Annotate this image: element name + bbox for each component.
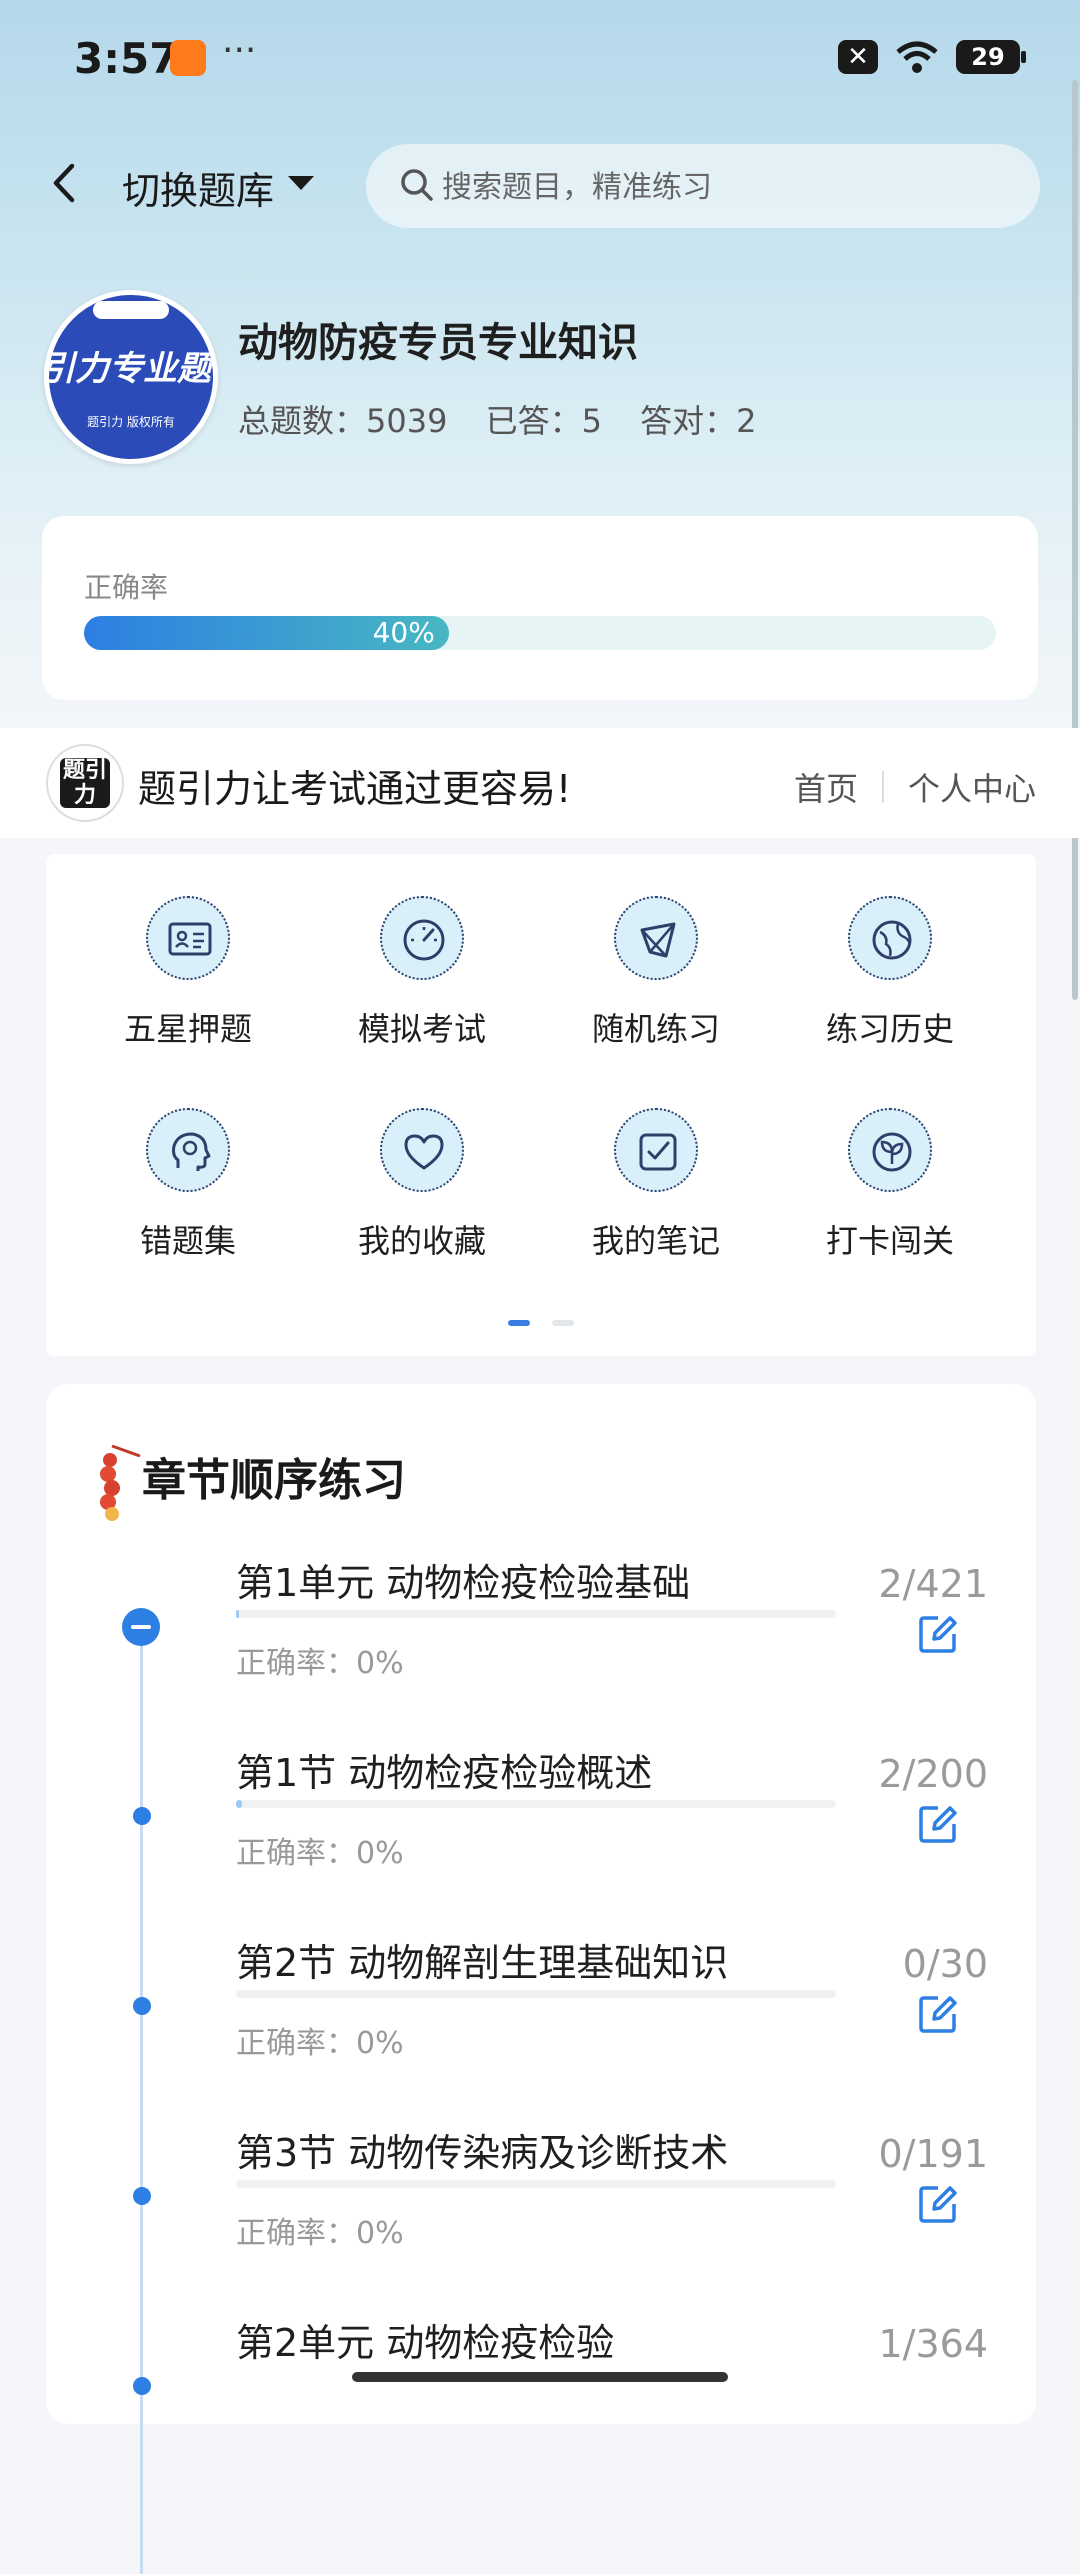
edit-icon[interactable] <box>916 1612 960 1656</box>
search-icon <box>401 169 433 201</box>
accuracy-progress-bar: 40% <box>84 616 996 650</box>
bank-title: 动物防疫专员专业知识 <box>238 320 638 366</box>
total-count: 总题数：5039 <box>238 402 448 440</box>
note-check-icon <box>614 1108 698 1192</box>
chapter-count: 1/364 <box>878 2322 988 2366</box>
chapter-progress-fill <box>236 1610 239 1618</box>
feature-label: 练习历史 <box>825 1010 954 1048</box>
chevron-down-icon[interactable] <box>288 176 314 190</box>
accuracy-percent: 40% <box>372 616 435 649</box>
feature-label: 模拟考试 <box>357 1010 486 1048</box>
chapter-practice-card: 章节顺序练习 第1单元 动物检疫检验基础 2/421 正确率：0% 第1节 动物检疫检… <box>46 1384 1036 2574</box>
feature-item[interactable]: 随机练习 <box>556 854 756 1048</box>
wifi-icon <box>896 41 938 73</box>
notification-app-icon <box>170 40 206 76</box>
page-dot[interactable] <box>552 1320 574 1326</box>
feature-item[interactable]: 五星押题 <box>88 854 288 1048</box>
globe-icon <box>848 896 932 980</box>
sprout-icon <box>848 1108 932 1192</box>
chapter-row[interactable]: 第1单元 动物检疫检验基础 2/421 正确率：0% <box>46 1552 1036 1742</box>
chapter-count: 2/421 <box>878 1562 988 1606</box>
switch-bank-button[interactable]: 切换题库 <box>122 160 274 215</box>
feature-item[interactable]: 我的收藏 <box>322 1066 522 1260</box>
feature-label: 随机练习 <box>591 1010 720 1048</box>
feature-label: 打卡闯关 <box>825 1222 954 1260</box>
correct-count: 答对：2 <box>640 402 757 440</box>
chapter-progress-bar <box>236 1990 836 1998</box>
chapter-count: 0/30 <box>902 1942 988 1986</box>
back-arrow-icon[interactable] <box>40 158 90 208</box>
accuracy-card: 正确率 40% <box>42 516 1038 700</box>
chapter-title: 第3节 动物传染病及诊断技术 <box>236 2131 729 2175</box>
chapter-accuracy: 正确率：0% <box>236 1646 404 1681</box>
chapter-title: 第2节 动物解剖生理基础知识 <box>236 1941 729 1985</box>
feature-label: 我的笔记 <box>591 1222 720 1260</box>
search-bar[interactable] <box>366 144 1040 228</box>
edit-icon[interactable] <box>916 2182 960 2226</box>
gauge-icon <box>380 896 464 980</box>
feature-item[interactable]: 我的笔记 <box>556 1066 756 1260</box>
feature-label: 错题集 <box>139 1222 236 1260</box>
timeline-node <box>133 1997 151 2015</box>
answered-count: 已答：5 <box>485 402 602 440</box>
nav-profile-link[interactable]: 个人中心 <box>908 764 1036 810</box>
more-notifications-icon: ··· <box>222 30 257 71</box>
bank-logo: 引力专业题 题引力 版权所有 <box>44 290 218 464</box>
accuracy-progress-fill: 40% <box>84 616 449 650</box>
chapter-accuracy: 正确率：0% <box>236 2026 404 2061</box>
chapter-section-title: 章节顺序练习 <box>142 1455 406 1506</box>
edit-icon[interactable] <box>916 1992 960 2036</box>
nav-home-link[interactable]: 首页 <box>794 764 858 810</box>
status-time: 3:57 <box>74 34 179 83</box>
accuracy-label: 正确率 <box>84 571 169 604</box>
feature-item[interactable]: 打卡闯关 <box>790 1066 990 1260</box>
heart-icon <box>380 1108 464 1192</box>
search-input[interactable] <box>440 158 1004 216</box>
chapter-count: 0/191 <box>878 2132 988 2176</box>
feature-item[interactable]: 错题集 <box>88 1066 288 1260</box>
chapter-count: 2/200 <box>878 1752 988 1796</box>
page-dot-active[interactable] <box>508 1320 530 1326</box>
timeline-node <box>133 2377 151 2395</box>
chapter-row[interactable]: 第3节 动物传染病及诊断技术 0/191 正确率：0% <box>46 2122 1036 2312</box>
feature-item[interactable]: 练习历史 <box>790 854 990 1048</box>
nav-divider <box>881 771 884 803</box>
collapse-icon[interactable] <box>122 1608 160 1646</box>
brand-banner: 题引力 题引力让考试通过更容易! 首页 个人中心 <box>0 728 1080 838</box>
timeline-node <box>133 2187 151 2205</box>
chapter-progress-fill <box>236 1800 242 1808</box>
chapter-row[interactable]: 第2节 动物解剖生理基础知识 0/30 正确率：0% <box>46 1932 1036 2122</box>
chapter-title: 第1单元 动物检疫检验基础 <box>236 1561 691 1605</box>
brand-slogan: 题引力让考试通过更容易! <box>138 767 572 811</box>
firecracker-icon <box>100 1444 141 1521</box>
chapter-progress-bar <box>236 1800 836 1808</box>
feature-label: 我的收藏 <box>357 1222 486 1260</box>
random-icon <box>614 896 698 980</box>
chapter-row[interactable]: 第1节 动物检疫检验概述 2/200 正确率：0% <box>46 1742 1036 1932</box>
feature-item[interactable]: 模拟考试 <box>322 854 522 1048</box>
x-app-icon: ✕ <box>838 40 878 74</box>
brand-logo: 题引力 <box>46 744 124 822</box>
status-bar: 3:57 ··· ✕ 29 <box>0 30 1080 90</box>
chapter-progress-bar <box>236 2180 836 2188</box>
chapter-row[interactable]: 第2单元 动物检疫检验 1/364 <box>46 2312 1036 2502</box>
chapter-title: 第1节 动物检疫检验概述 <box>236 1751 653 1795</box>
id-card-icon <box>146 896 230 980</box>
chapter-accuracy: 正确率：0% <box>236 2216 404 2251</box>
feature-grid: 五星押题 模拟考试 随机练习 练习历史错题集 我的收藏 我的笔记 打卡闯关 <box>46 854 1036 1356</box>
chapter-accuracy: 正确率：0% <box>236 1836 404 1871</box>
chapter-progress-bar <box>236 1610 836 1618</box>
battery-icon: 29 <box>956 40 1026 74</box>
timeline-node <box>133 1807 151 1825</box>
top-bar: 切换题库 <box>0 140 1080 230</box>
feature-label: 五星押题 <box>123 1010 252 1048</box>
edit-icon[interactable] <box>916 1802 960 1846</box>
bank-stats: 总题数：5039 已答：5 答对：2 <box>238 396 785 442</box>
head-icon <box>146 1108 230 1192</box>
home-indicator[interactable] <box>352 2372 728 2382</box>
chapter-title: 第2单元 动物检疫检验 <box>236 2321 615 2365</box>
